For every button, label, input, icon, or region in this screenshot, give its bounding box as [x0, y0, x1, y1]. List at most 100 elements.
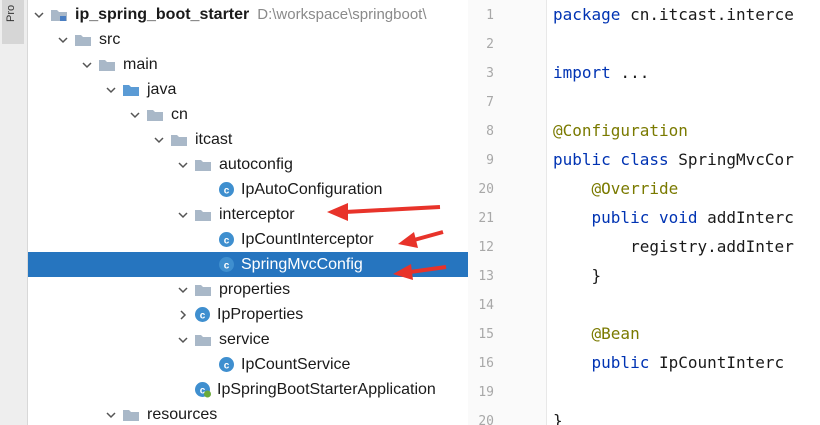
tree-row-itcast[interactable]: itcast	[28, 127, 468, 152]
chevron-down-icon[interactable]	[176, 208, 190, 222]
tree-row-label: java	[147, 80, 177, 98]
tree-row-ipcountservice[interactable]: c IpCountService	[28, 352, 468, 377]
code-text: addInterc	[697, 208, 794, 227]
chevron-down-icon[interactable]	[56, 33, 70, 47]
class-c-icon: c	[195, 307, 210, 322]
code-line: @Bean	[553, 324, 640, 343]
code-text: cn.itcast.interce	[620, 5, 794, 24]
line-number: 14	[478, 298, 494, 313]
code-text: ...	[610, 63, 650, 82]
folder-icon	[195, 209, 211, 221]
line-number: 21	[478, 211, 494, 226]
code-line: public IpCountInterc	[553, 353, 785, 372]
tree-row-interceptor[interactable]: interceptor	[28, 202, 468, 227]
chevron-down-icon[interactable]	[152, 133, 166, 147]
keyword-token: public void	[553, 208, 698, 227]
code-line: public class SpringMvcCor	[553, 150, 794, 169]
chevron-down-icon[interactable]	[80, 58, 94, 72]
tree-root-row[interactable]: ip_spring_boot_starter D:\workspace\spri…	[28, 2, 468, 27]
tree-row-src[interactable]: src	[28, 27, 468, 52]
project-side-tab-label: Pro	[5, 4, 17, 22]
annotation-token: @Override	[553, 179, 679, 198]
tree-row-main[interactable]: main	[28, 52, 468, 77]
line-number-gutter: 1 2 3 7 8 9 20 21 12 13 14 15 16 19 20	[468, 0, 547, 425]
tree-row-ipproperties[interactable]: c IpProperties	[28, 302, 468, 327]
line-number: 1	[486, 8, 494, 23]
keyword-token: import	[553, 63, 611, 82]
code-text: registry.addInter	[553, 237, 794, 256]
line-number: 12	[478, 240, 494, 255]
chevron-down-icon[interactable]	[104, 408, 118, 422]
code-text: }	[553, 411, 563, 425]
code-line: package cn.itcast.interce	[553, 5, 794, 24]
tree-row-label: IpSpringBootStarterApplication	[217, 380, 436, 398]
tree-row-label: src	[99, 30, 121, 48]
code-line: }	[553, 411, 563, 425]
folder-icon	[75, 34, 91, 46]
tree-row-label: autoconfig	[219, 155, 293, 173]
chevron-down-icon[interactable]	[176, 283, 190, 297]
code-line: @Override	[553, 179, 679, 198]
folder-icon	[147, 109, 163, 121]
line-number: 16	[478, 356, 494, 371]
class-c-icon: c	[219, 357, 234, 372]
tree-row-ipcountinterceptor[interactable]: c IpCountInterceptor	[28, 227, 468, 252]
line-number: 15	[478, 327, 494, 342]
chevron-right-icon[interactable]	[176, 308, 190, 322]
code-editor[interactable]: 1 2 3 7 8 9 20 21 12 13 14 15 16 19 20 package cn.itca…	[468, 0, 820, 425]
tree-row-ipautoconfiguration[interactable]: c IpAutoConfiguration	[28, 177, 468, 202]
line-number: 8	[486, 124, 494, 139]
line-number: 2	[486, 37, 494, 52]
folder-icon	[171, 134, 187, 146]
project-side-tab[interactable]: Pro	[2, 0, 24, 44]
folder-icon	[123, 84, 139, 96]
tree-row-service[interactable]: service	[28, 327, 468, 352]
tree-row-label: IpAutoConfiguration	[241, 180, 383, 198]
chevron-down-icon[interactable]	[176, 333, 190, 347]
code-text: IpCountInterc	[649, 353, 785, 372]
chevron-down-icon[interactable]	[176, 158, 190, 172]
keyword-token: public	[553, 353, 650, 372]
project-tool-window-strip: Pro	[0, 0, 28, 425]
line-number: 19	[478, 385, 494, 400]
tree-row-cn[interactable]: cn	[28, 102, 468, 127]
tree-row-java[interactable]: java	[28, 77, 468, 102]
folder-icon	[195, 159, 211, 171]
tree-row-label: resources	[147, 405, 218, 423]
tree-row-autoconfig[interactable]: autoconfig	[28, 152, 468, 177]
project-root-path: D:\workspace\springboot\	[257, 6, 427, 23]
tree-row-properties[interactable]: properties	[28, 277, 468, 302]
annotation-token: @Configuration	[553, 121, 688, 140]
line-number: 9	[486, 153, 494, 168]
svg-text:c: c	[224, 236, 230, 247]
project-tree: ip_spring_boot_starter D:\workspace\spri…	[28, 0, 468, 425]
tree-row-label: SpringMvcConfig	[241, 255, 363, 273]
tree-row-label: cn	[171, 105, 188, 123]
tree-row-label: IpCountInterceptor	[241, 230, 374, 248]
tree-row-springmvcconfig[interactable]: c SpringMvcConfig	[28, 252, 468, 277]
class-c-icon: c	[219, 257, 234, 272]
line-number: 13	[478, 269, 494, 284]
keyword-token: package	[553, 5, 621, 24]
line-number: 20	[478, 414, 494, 425]
chevron-down-icon[interactable]	[104, 83, 118, 97]
svg-text:c: c	[224, 361, 230, 372]
chevron-down-icon[interactable]	[128, 108, 142, 122]
folder-icon	[99, 59, 115, 71]
annotation-token: @Bean	[553, 324, 640, 343]
line-number: 3	[486, 66, 494, 81]
code-line: import ...	[553, 63, 649, 82]
module-folder-icon	[51, 9, 67, 21]
tree-row-ipspringbootstarterapplication[interactable]: c IpSpringBootStarterApplication	[28, 377, 468, 402]
tree-row-label: properties	[219, 280, 291, 298]
keyword-token: public class	[553, 150, 669, 169]
code-line: }	[553, 266, 602, 285]
chevron-down-icon[interactable]	[32, 8, 46, 22]
folder-icon	[195, 284, 211, 296]
tree-row-label: IpCountService	[241, 355, 351, 373]
code-text: SpringMvcCor	[668, 150, 794, 169]
tree-row-label: IpProperties	[217, 305, 304, 323]
svg-text:c: c	[200, 311, 206, 322]
svg-text:c: c	[224, 186, 230, 197]
tree-row-resources[interactable]: resources	[28, 402, 468, 425]
